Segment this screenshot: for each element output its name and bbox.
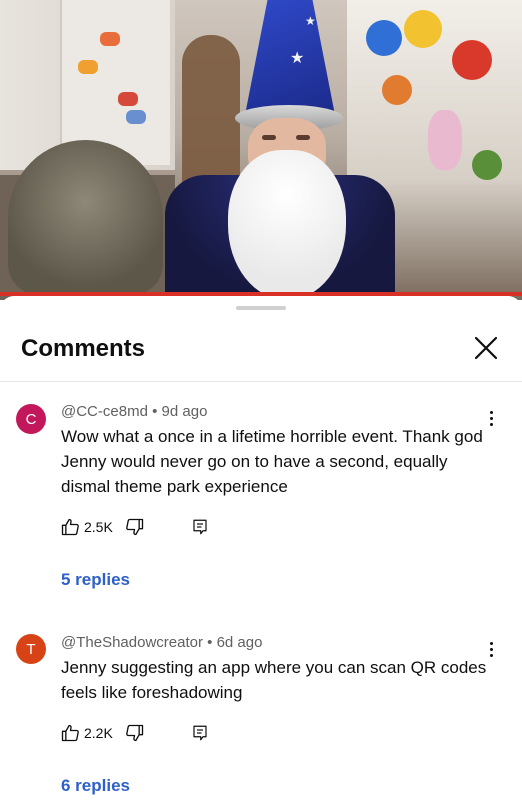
- comment-age: 6d ago: [216, 634, 263, 651]
- reply-button[interactable]: [191, 724, 209, 742]
- like-count: 2.2K: [84, 725, 113, 741]
- like-button[interactable]: 2.2K: [60, 723, 113, 743]
- more-vertical-icon: [489, 641, 493, 645]
- comment-author[interactable]: @CC-ce8md: [61, 403, 148, 420]
- close-icon: [474, 336, 498, 360]
- reply-comment-icon: [193, 519, 207, 535]
- video-plush-creature: [8, 140, 163, 295]
- reply-comment-icon: [193, 725, 207, 741]
- comment-meta: @CC-ce8md • 9d ago: [61, 403, 207, 420]
- video-sticker: [78, 60, 98, 74]
- avatar-letter: C: [25, 410, 37, 428]
- video-eye: [262, 135, 276, 140]
- view-replies-link[interactable]: 5 replies: [61, 570, 130, 590]
- video-shelf: [182, 35, 240, 195]
- star-icon: ★: [290, 48, 305, 67]
- comment-actions: 2.5K: [60, 516, 209, 538]
- comment-actions: 2.2K: [60, 722, 209, 744]
- video-toy: [366, 20, 402, 56]
- video-toy: [452, 40, 492, 80]
- comment-text: Jenny suggesting an app where you can sc…: [61, 658, 487, 702]
- video-sticker: [100, 32, 120, 46]
- divider: [0, 381, 522, 382]
- close-button[interactable]: [468, 330, 504, 366]
- dislike-button[interactable]: [125, 517, 145, 537]
- view-replies-link[interactable]: 6 replies: [61, 776, 130, 796]
- drag-handle[interactable]: [236, 306, 286, 310]
- like-button[interactable]: 2.5K: [60, 517, 113, 537]
- video-eye: [296, 135, 310, 140]
- video-sticker: [126, 110, 146, 124]
- star-icon: ★: [305, 14, 316, 28]
- reply-button[interactable]: [191, 518, 209, 536]
- avatar-letter: T: [26, 640, 36, 658]
- comments-title: Comments: [21, 335, 146, 362]
- dislike-button[interactable]: [125, 723, 145, 743]
- more-vertical-icon: [489, 410, 493, 414]
- comment-author[interactable]: @TheShadowcreator: [61, 634, 203, 651]
- avatar[interactable]: C: [16, 404, 46, 434]
- video-player[interactable]: ★ ★: [0, 0, 522, 300]
- video-toy: [428, 110, 462, 170]
- video-sticker: [118, 92, 138, 106]
- like-count: 2.5K: [84, 519, 113, 535]
- comment-meta: @TheShadowcreator • 6d ago: [61, 634, 262, 651]
- avatar[interactable]: T: [16, 634, 46, 664]
- thumbs-up-icon: [61, 724, 79, 742]
- video-toy: [382, 75, 412, 105]
- video-toy: [404, 10, 442, 48]
- comment-age: 9d ago: [161, 403, 208, 420]
- thumbs-down-icon: [125, 518, 143, 536]
- video-beard: [228, 150, 346, 300]
- video-toy: [472, 150, 502, 180]
- meta-separator: •: [152, 403, 158, 420]
- thumbs-down-icon: [125, 724, 143, 742]
- thumbs-up-icon: [61, 518, 79, 536]
- meta-separator: •: [207, 634, 213, 651]
- comment-text: Wow what a once in a lifetime horrible e…: [61, 427, 483, 496]
